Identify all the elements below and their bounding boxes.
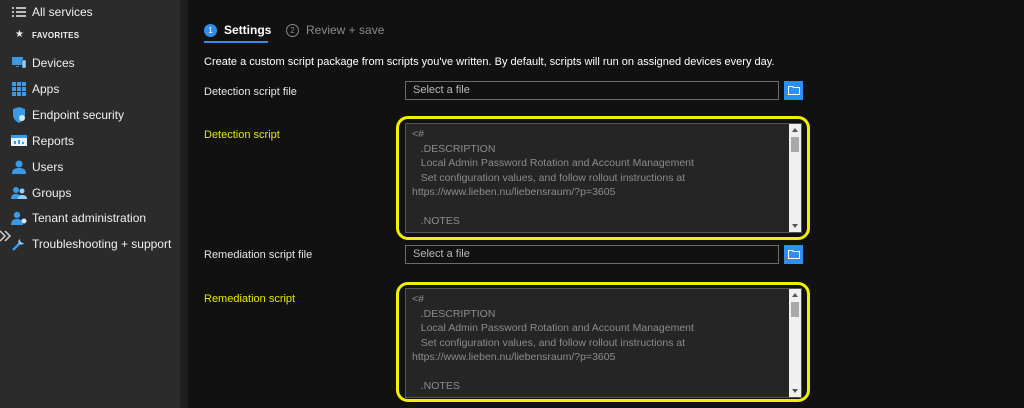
nav-all-services[interactable]: All services [0, 0, 180, 24]
nav-groups-label: Groups [32, 186, 72, 200]
sidebar-divider [180, 0, 188, 408]
step-number-2: 2 [286, 23, 299, 37]
nav-users[interactable]: Users [0, 155, 180, 179]
nav-tenant-administration-label: Tenant administration [32, 211, 147, 225]
tab-review-save[interactable]: 2 Review + save [286, 19, 384, 41]
page-description: Create a custom script package from scri… [204, 56, 775, 68]
folder-icon [787, 246, 800, 264]
nav-troubleshooting-support-label: Troubleshooting + support [32, 237, 172, 251]
user-icon [11, 159, 27, 175]
nav-apps[interactable]: Apps [0, 77, 180, 101]
nav-reports[interactable]: Reports [0, 129, 180, 153]
detection-script-label: Detection script [204, 129, 280, 141]
nav-troubleshooting-support[interactable]: Troubleshooting + support [0, 232, 180, 256]
tab-settings-label: Settings [224, 23, 272, 37]
nav-groups[interactable]: Groups [0, 181, 180, 205]
remediation-file-input[interactable]: Select a file [405, 245, 779, 264]
nav-reports-label: Reports [32, 134, 75, 148]
active-tab-underline [204, 41, 268, 43]
favorites-label: FAVORITES [32, 31, 80, 40]
nav-devices[interactable]: Devices [0, 51, 180, 75]
nav-tenant-administration[interactable]: Tenant administration [0, 206, 180, 230]
nav-devices-label: Devices [32, 56, 75, 70]
collapse-chevrons-icon[interactable] [0, 229, 14, 243]
detection-highlight-frame [396, 116, 810, 240]
list-icon [11, 4, 27, 20]
step-number-1: 1 [204, 23, 217, 37]
sidebar: All services ★ FAVORITES Devices Apps En… [0, 0, 180, 408]
apps-grid-icon [11, 81, 27, 97]
tab-settings[interactable]: 1 Settings [204, 19, 271, 41]
nav-endpoint-security[interactable]: Endpoint security [0, 103, 180, 127]
remediation-file-label: Remediation script file [204, 249, 313, 261]
star-icon: ★ [15, 29, 24, 40]
tenant-admin-icon [11, 210, 27, 226]
nav-all-services-label: All services [32, 5, 93, 19]
reports-icon [11, 133, 27, 149]
detection-file-input[interactable]: Select a file [405, 81, 779, 100]
shield-icon [11, 107, 27, 123]
nav-endpoint-security-label: Endpoint security [32, 108, 125, 122]
remediation-script-label: Remediation script [204, 293, 296, 305]
groups-icon [11, 185, 27, 201]
nav-users-label: Users [32, 160, 64, 174]
folder-icon [787, 82, 800, 100]
remediation-browse-button[interactable] [784, 245, 803, 264]
nav-apps-label: Apps [32, 82, 60, 96]
tab-review-save-label: Review + save [306, 23, 385, 37]
devices-icon [11, 55, 27, 71]
detection-file-label: Detection script file [204, 86, 297, 98]
main-panel: 1 Settings 2 Review + save Create a cust… [188, 0, 1024, 408]
remediation-highlight-frame [396, 282, 810, 402]
detection-browse-button[interactable] [784, 81, 803, 100]
